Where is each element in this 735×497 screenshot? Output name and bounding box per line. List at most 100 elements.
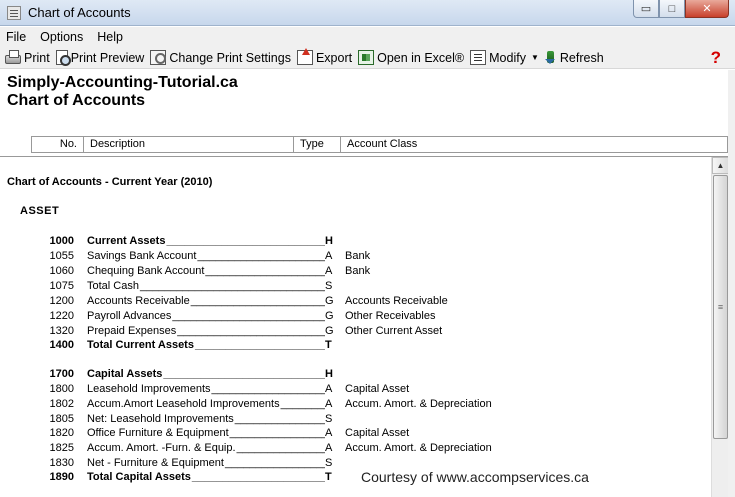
print-label: Print <box>24 50 50 65</box>
table-row[interactable]: 1890 Total Capital AssetsT <box>0 470 711 485</box>
account-description: Accounts Receivable <box>87 294 325 309</box>
account-description: Net - Furniture & Equipment <box>87 456 325 471</box>
account-number: 1220 <box>49 310 74 322</box>
account-type: A <box>325 442 333 454</box>
account-number: 1805 <box>49 413 74 425</box>
menu-bar: File Options Help <box>0 27 735 47</box>
print-preview-icon <box>55 50 71 66</box>
account-number: 1075 <box>49 280 74 292</box>
menu-file[interactable]: File <box>6 30 32 44</box>
account-type: A <box>325 250 333 262</box>
account-description: Current Assets <box>87 234 325 249</box>
account-description: Capital Assets <box>87 367 325 382</box>
account-number: 1320 <box>49 325 74 337</box>
table-row[interactable]: 1060 Chequing Bank AccountA Bank <box>0 264 711 279</box>
account-type: G <box>325 295 334 307</box>
vertical-scrollbar[interactable]: ▲ ≡ <box>711 157 729 497</box>
table-row[interactable]: 1220 Payroll AdvancesG Other Receivables <box>0 309 711 324</box>
table-row[interactable]: 1825 Accum. Amort. -Furn. & Equip.A Accum.… <box>0 441 711 456</box>
title-bar: Chart of Accounts ▭ □ ✕ <box>0 0 735 26</box>
account-class: Accum. Amort. & Depreciation <box>345 442 492 454</box>
account-class: Capital Asset <box>345 383 410 395</box>
account-class: Bank <box>345 265 371 277</box>
account-type: G <box>325 325 334 337</box>
account-number: 1700 <box>49 368 74 380</box>
account-type: T <box>325 339 332 351</box>
export-button[interactable]: Export <box>296 48 352 65</box>
account-number: 1400 <box>49 339 74 351</box>
account-class: Accum. Amort. & Depreciation <box>345 398 492 410</box>
modify-button[interactable]: Modify ▼ <box>470 50 539 65</box>
open-in-excel-button[interactable]: Open in Excel® <box>358 50 464 65</box>
account-type: T <box>325 471 332 483</box>
print-settings-icon <box>150 50 167 65</box>
account-type: S <box>325 457 333 469</box>
window-app-icon[interactable] <box>7 6 21 20</box>
table-row[interactable]: 1075 Total CashS <box>0 279 711 294</box>
menu-options[interactable]: Options <box>34 30 89 44</box>
report-title: Chart of Accounts <box>7 92 146 109</box>
minimize-button[interactable]: ▭ <box>633 0 659 18</box>
account-description: Payroll Advances <box>87 309 325 324</box>
scroll-thumb[interactable]: ≡ <box>713 175 728 439</box>
table-row[interactable]: 1200Accounts ReceivableGAccounts Receiva… <box>0 294 711 309</box>
table-row[interactable]: 1055 Savings Bank AccountA Bank <box>0 249 711 264</box>
refresh-label: Refresh <box>559 50 604 65</box>
company-name: Simply-Accounting-Tutorial.ca <box>7 74 238 91</box>
account-type: H <box>325 368 333 380</box>
courtesy-text: Courtesy of www.accompservices.ca <box>361 469 589 485</box>
group-title: ASSET <box>20 205 60 217</box>
scroll-up-arrow-icon[interactable]: ▲ <box>712 157 729 174</box>
account-description: Prepaid Expenses <box>87 324 325 339</box>
table-row[interactable]: 1320 Prepaid ExpensesG Other Current Asset <box>0 324 711 339</box>
account-description: Office Furniture & Equipment <box>87 426 325 441</box>
account-type: S <box>325 413 333 425</box>
account-description: Accum.Amort Leasehold Improvements <box>87 397 325 412</box>
account-class: Other Receivables <box>345 310 436 322</box>
account-number: 1060 <box>49 265 74 277</box>
column-header-no[interactable]: No. <box>32 137 84 152</box>
account-description: Leasehold Improvements <box>87 382 325 397</box>
account-number: 1802 <box>49 398 74 410</box>
account-number: 1800 <box>49 383 74 395</box>
column-header-account-class[interactable]: Account Class <box>341 137 727 152</box>
table-row[interactable]: 1000 Current AssetsH <box>0 234 711 249</box>
table-row[interactable]: 1800 Leasehold ImprovementsA Capital Asset <box>0 382 711 397</box>
printer-icon <box>5 50 21 64</box>
close-button[interactable]: ✕ <box>685 0 729 18</box>
table-row[interactable]: 1820 Office Furniture & EquipmentA Capital… <box>0 426 711 441</box>
refresh-button[interactable]: Refresh <box>544 50 604 65</box>
open-in-excel-label: Open in Excel® <box>377 50 465 65</box>
account-type: G <box>325 310 334 322</box>
help-icon[interactable]: ? <box>711 48 721 68</box>
account-class: Bank <box>345 250 371 262</box>
account-class: Accounts Receivable <box>345 295 448 307</box>
toolbar: Print Print Preview Change Print Setting… <box>0 47 735 69</box>
change-print-settings-label: Change Print Settings <box>169 50 291 65</box>
maximize-button[interactable]: □ <box>659 0 685 18</box>
account-class: Other Current Asset <box>345 325 443 337</box>
account-number: 1200 <box>49 295 74 307</box>
account-description: Chequing Bank Account <box>87 264 325 279</box>
account-number: 1820 <box>49 427 74 439</box>
table-row[interactable]: 1700 Capital AssetsH <box>0 367 711 382</box>
table-row[interactable]: 1802 Accum.Amort Leasehold ImprovementsAA… <box>0 397 711 412</box>
excel-icon <box>358 50 375 65</box>
account-number: 1825 <box>49 442 74 454</box>
report-header: Simply-Accounting-Tutorial.ca Chart of A… <box>7 74 238 110</box>
account-description: Total Current Assets <box>87 338 325 353</box>
menu-help[interactable]: Help <box>91 30 129 44</box>
column-header-type[interactable]: Type <box>294 137 341 152</box>
account-description: Accum. Amort. -Furn. & Equip. <box>87 441 325 456</box>
account-description: Total Capital Assets <box>87 470 325 485</box>
table-row[interactable]: 1400 Total Current AssetsT <box>0 338 711 353</box>
account-number: 1830 <box>49 457 74 469</box>
change-print-settings-button[interactable]: Change Print Settings <box>150 50 291 65</box>
column-header-description[interactable]: Description <box>84 137 294 152</box>
print-preview-button[interactable]: Print Preview <box>55 50 144 66</box>
print-button[interactable]: Print <box>5 50 50 65</box>
account-class: Capital Asset <box>345 427 410 439</box>
table-row[interactable]: 1805 Net: Leasehold ImprovementsS <box>0 412 711 427</box>
chevron-down-icon: ▼ <box>530 53 539 62</box>
table-row[interactable]: 1830 Net - Furniture & EquipmentS <box>0 456 711 471</box>
